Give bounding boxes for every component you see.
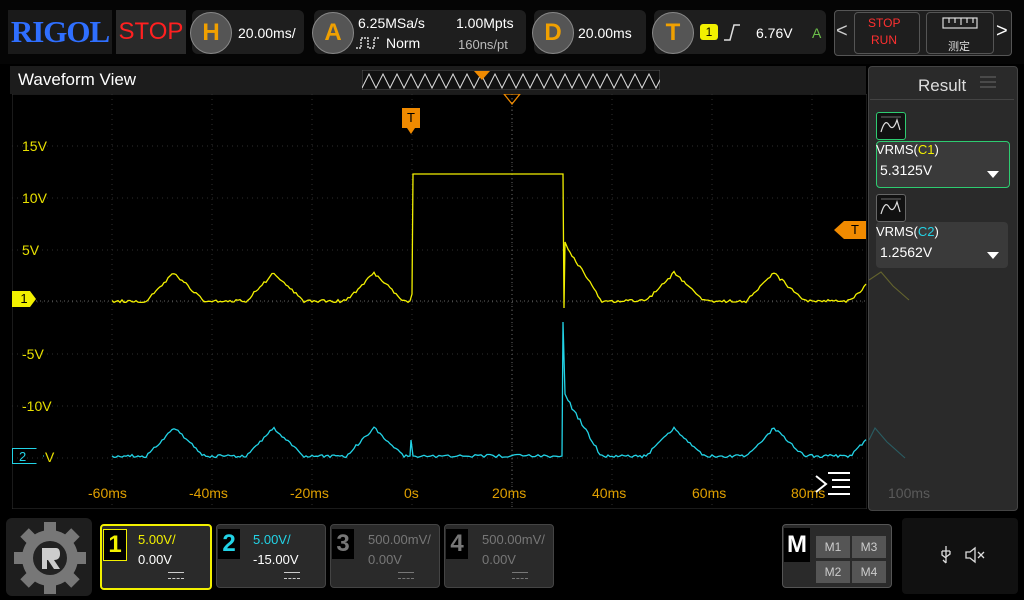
y-label-neg10v: -10V <box>22 398 52 414</box>
y-label-10v: 10V <box>22 190 47 206</box>
dc-coupling-icon <box>168 572 184 579</box>
trigger-level-arrow <box>834 221 844 239</box>
result-divider <box>870 99 1014 100</box>
speaker-muted-icon[interactable] <box>964 546 986 564</box>
result-2-channel: C2 <box>917 224 935 239</box>
channel-1-scale: 5.00V/ <box>138 532 176 547</box>
math-m3-button[interactable]: M3 <box>852 536 886 558</box>
channel-1-number: 1 <box>103 529 127 561</box>
result-1-label: VRMS(C1) <box>876 142 939 157</box>
x-label-neg40ms: -40ms <box>189 485 228 501</box>
run-stop-run-label: RUN <box>871 33 897 47</box>
result-menu-icon[interactable] <box>978 74 998 90</box>
channel-3-offset: 0.00V <box>368 552 402 567</box>
delay-value: 20.00ms <box>578 25 632 41</box>
x-label-20ms: 20ms <box>492 485 527 501</box>
faded-waveform-overlay <box>869 271 910 459</box>
x-label-60ms: 60ms <box>692 485 727 501</box>
channel-3-number: 3 <box>332 529 354 559</box>
status-tray <box>902 518 1018 594</box>
trigger-badge: T <box>652 12 694 54</box>
trigger-sweep: A <box>812 25 822 41</box>
waveform-thumb-icon <box>880 198 901 215</box>
math-m4-button[interactable]: M4 <box>852 561 886 583</box>
rigol-logo: RIGOL <box>8 10 112 54</box>
acquire-mode: Norm <box>386 35 421 51</box>
dc-coupling-icon <box>284 572 300 579</box>
channel-2-offset: -15.00V <box>253 552 299 567</box>
run-state-indicator[interactable]: STOP <box>116 10 186 54</box>
math-m1-button[interactable]: M1 <box>816 536 850 558</box>
math-label: M <box>784 528 810 562</box>
rigol-gear-icon <box>14 522 86 594</box>
sample-interval: 160ns/pt <box>458 37 508 52</box>
next-page-button[interactable]: > <box>996 20 1008 43</box>
result-2-name: VRMS( <box>876 224 918 239</box>
chevron-down-icon[interactable] <box>987 171 999 178</box>
horizontal-badge: H <box>190 12 232 54</box>
x-label-100ms: 100ms <box>888 485 931 501</box>
x-label-neg20ms: -20ms <box>290 485 329 501</box>
prev-page-button[interactable]: < <box>836 20 848 43</box>
channel-2-number: 2 <box>218 529 240 559</box>
run-stop-stop-label: STOP <box>868 16 901 30</box>
memory-overview-bar[interactable] <box>362 70 660 90</box>
result-1-close: ) <box>934 142 939 157</box>
ruler-icon <box>942 17 978 29</box>
result-1-value: 5.3125V <box>880 162 933 178</box>
trigger-source: 1 <box>700 24 718 40</box>
y-label-neg5v: -5V <box>22 346 44 362</box>
x-label-neg60ms: -60ms <box>88 485 127 501</box>
memory-depth: 1.00Mpts <box>456 15 514 31</box>
menu-icon[interactable] <box>814 470 852 498</box>
waveform-view-title: Waveform View <box>18 70 137 89</box>
horizontal-scale-value: 20.00ms/ <box>238 25 296 41</box>
waveform-grid[interactable] <box>12 94 867 509</box>
dc-coupling-icon <box>398 572 414 579</box>
acquire-badge: A <box>312 12 354 54</box>
trigger-marker-arrow <box>407 128 415 134</box>
x-label-0s: 0s <box>404 485 419 501</box>
dc-coupling-icon <box>512 572 528 579</box>
channel-1-offset: 0.00V <box>138 552 172 567</box>
x-label-40ms: 40ms <box>592 485 627 501</box>
result-1-name: VRMS( <box>876 142 918 157</box>
trigger-level-marker[interactable]: T <box>844 221 866 239</box>
trigger-level: 6.76V <box>756 25 793 41</box>
y-label-5v: 5V <box>22 242 40 258</box>
channel-2-scale: 5.00V/ <box>253 532 291 547</box>
result-2-label: VRMS(C2) <box>876 224 939 239</box>
result-2-value: 1.2562V <box>880 244 933 260</box>
trigger-position-marker[interactable]: T <box>402 108 420 128</box>
waveform-thumb-icon <box>880 116 901 133</box>
delay-badge: D <box>532 12 574 54</box>
ch2-marker-suffix: V <box>45 449 55 465</box>
measure-label: 测定 <box>948 41 970 53</box>
chevron-down-icon[interactable] <box>987 252 999 259</box>
pulse-icon <box>356 37 380 49</box>
y-label-15v: 15V <box>22 138 47 154</box>
channel-4-scale: 500.00mV/ <box>482 532 545 547</box>
math-m2-button[interactable]: M2 <box>816 561 850 583</box>
rising-edge-icon <box>724 24 740 41</box>
result-2-close: ) <box>934 224 939 239</box>
channel-4-offset: 0.00V <box>482 552 516 567</box>
channel-4-number: 4 <box>446 529 468 559</box>
result-title: Result <box>918 76 967 95</box>
channel-3-scale: 500.00mV/ <box>368 532 431 547</box>
usb-icon <box>941 546 951 564</box>
result-1-channel: C1 <box>917 142 935 157</box>
sample-rate: 6.25MSa/s <box>358 15 425 31</box>
